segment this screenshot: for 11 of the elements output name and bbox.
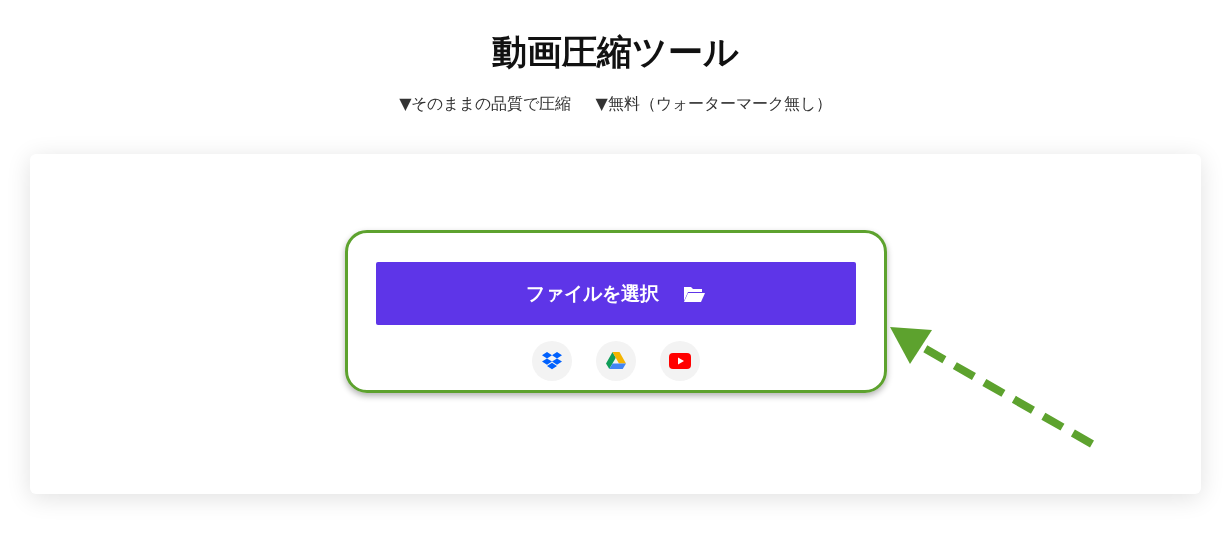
feature-text: ▼無料（ウォーターマーク無し） bbox=[595, 93, 832, 115]
dropbox-button[interactable] bbox=[531, 341, 572, 381]
folder-icon bbox=[683, 284, 705, 303]
video-button[interactable] bbox=[659, 341, 700, 381]
play-icon bbox=[668, 353, 691, 369]
feature-text: ▼そのままの品質で圧縮 bbox=[399, 93, 572, 115]
triangle-icon bbox=[605, 352, 626, 370]
choose-file-button[interactable]: ファイルを選択 bbox=[375, 262, 856, 325]
page-title: 動画圧縮ツール bbox=[491, 31, 740, 74]
drive-button[interactable] bbox=[595, 341, 636, 381]
open-box-icon bbox=[541, 352, 562, 370]
